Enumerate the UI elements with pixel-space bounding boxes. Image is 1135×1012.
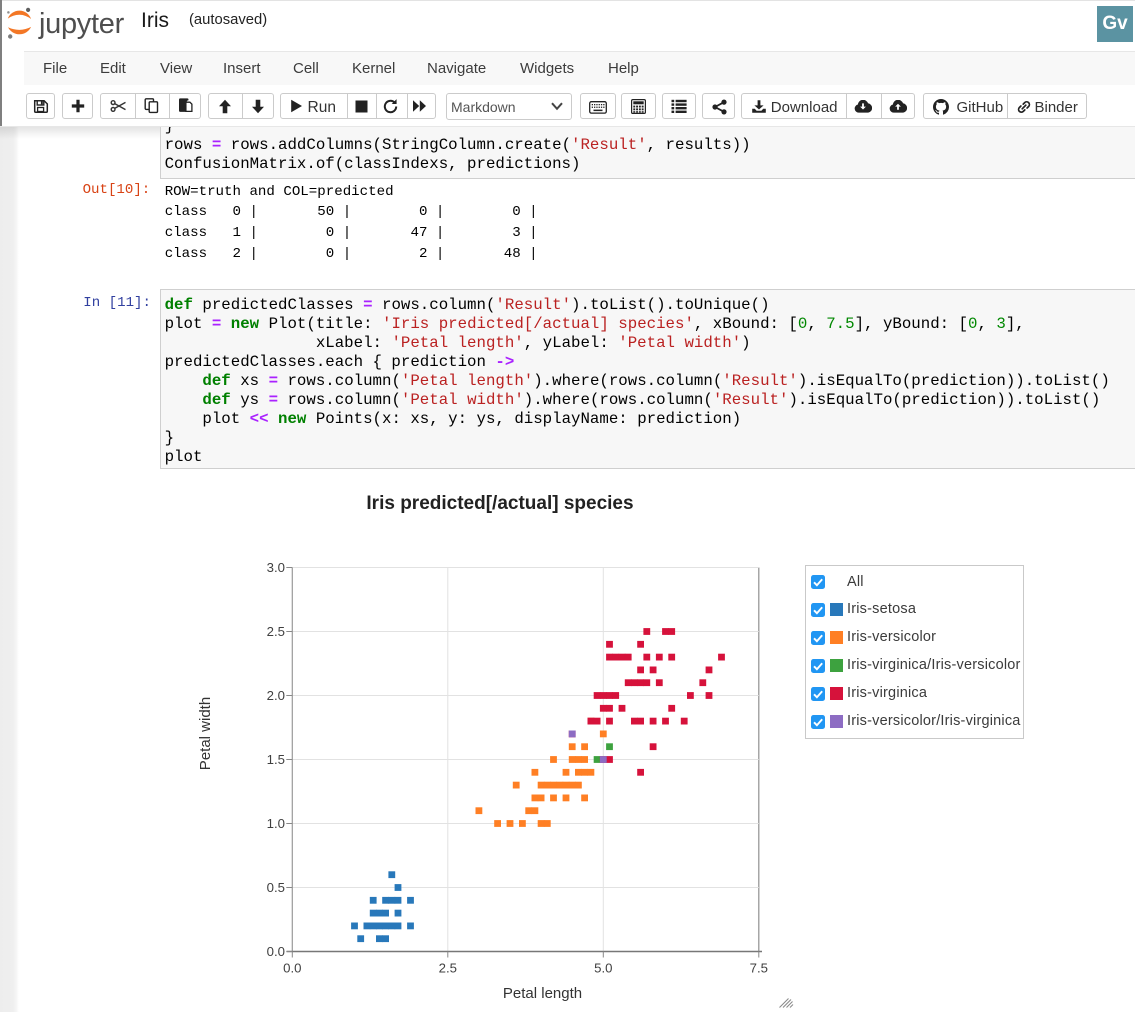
svg-text:0.5: 0.5 xyxy=(267,880,285,895)
svg-text:1.0: 1.0 xyxy=(267,816,285,831)
svg-text:0.0: 0.0 xyxy=(267,944,285,959)
svg-text:0.0: 0.0 xyxy=(283,960,301,975)
svg-text:2.5: 2.5 xyxy=(439,960,457,975)
svg-text:3.0: 3.0 xyxy=(267,560,285,575)
svg-text:5.0: 5.0 xyxy=(594,960,612,975)
svg-text:Petal length: Petal length xyxy=(503,985,582,1002)
svg-text:Petal width: Petal width xyxy=(197,697,214,770)
svg-text:7.5: 7.5 xyxy=(750,960,768,975)
svg-text:2.0: 2.0 xyxy=(267,688,285,703)
svg-text:1.5: 1.5 xyxy=(267,752,285,767)
svg-text:2.5: 2.5 xyxy=(267,624,285,639)
